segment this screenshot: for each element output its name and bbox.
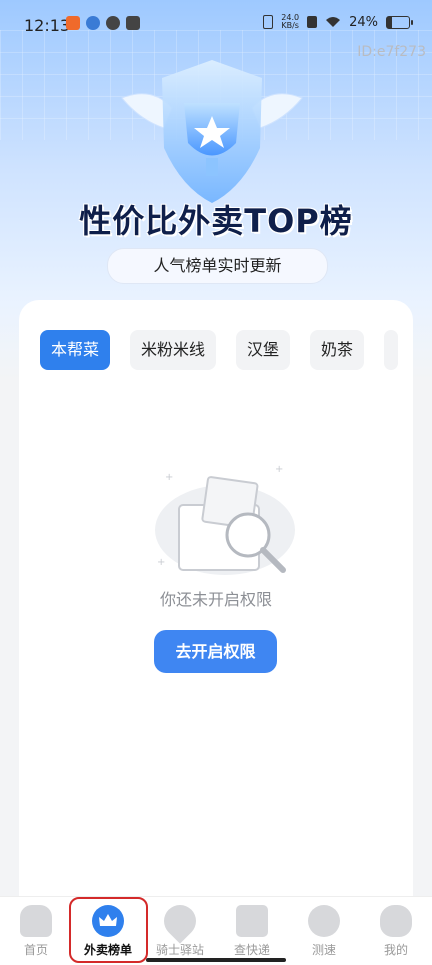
category-tabs: 本帮菜 米粉米线 汉堡 奶茶 [40, 330, 399, 370]
home-icon [20, 905, 52, 937]
nav-speed-test[interactable]: 测速 [288, 897, 360, 965]
tab-more-partial[interactable] [384, 330, 399, 370]
id-label: ID:e7f273 [357, 44, 426, 60]
svg-text:+: + [157, 557, 165, 568]
trophy-icon [121, 60, 303, 203]
battery-percent: 24% [349, 14, 378, 30]
vibrate-icon [263, 15, 274, 29]
notification-icons [66, 16, 140, 30]
nav-home-label: 首页 [23, 943, 48, 957]
nav-package-label: 查快递 [233, 943, 270, 957]
svg-text:+: + [275, 464, 283, 475]
app-notification-icon [66, 16, 80, 30]
battery-icon [386, 15, 413, 29]
nav-profile[interactable]: 我的 [360, 897, 432, 965]
location-pin-icon [157, 898, 203, 944]
status-bar: 12:13 24.0 KB/s 24% [0, 0, 432, 50]
page-title: 性价比外卖TOP榜 [79, 202, 353, 240]
empty-folder-search-icon: + + + [155, 464, 295, 575]
subtitle-pill: 人气榜单实时更新 [107, 248, 328, 284]
battery-fill [387, 16, 393, 28]
status-time: 12:13 [24, 16, 71, 35]
ranking-card: 本帮菜 米粉米线 汉堡 奶茶 + + + 你还未开启权限 去开启权限 [19, 300, 413, 920]
tab-bangcai[interactable]: 本帮菜 [40, 330, 111, 370]
empty-state-message: 你还未开启权限 [159, 590, 272, 609]
tab-rice-noodles[interactable]: 米粉米线 [130, 330, 217, 370]
profile-icon [380, 905, 412, 937]
svg-text:+: + [165, 472, 173, 483]
enable-permission-button[interactable]: 去开启权限 [154, 630, 277, 673]
message-icon [126, 16, 140, 30]
active-tab-highlight [69, 897, 148, 963]
system-status: 24.0 KB/s 24% [263, 14, 413, 30]
sync-icon [86, 16, 100, 30]
sim-off-icon [307, 16, 318, 28]
link-icon [106, 16, 120, 30]
speed-unit: KB/s [281, 21, 299, 30]
wifi-icon [326, 17, 341, 27]
nav-profile-label: 我的 [383, 943, 408, 957]
bottom-navigation: 首页 外卖榜单 骑士驿站 查快递 测速 我的 [0, 896, 432, 965]
nav-speed-label: 测速 [311, 943, 336, 957]
home-indicator [146, 958, 286, 962]
nav-rider-station[interactable]: 骑士驿站 [144, 897, 216, 965]
network-speed: 24.0 KB/s [281, 14, 299, 30]
package-icon [236, 905, 268, 937]
speedometer-icon [308, 905, 340, 937]
tab-milk-tea[interactable]: 奶茶 [310, 330, 365, 370]
tab-burger[interactable]: 汉堡 [236, 330, 291, 370]
nav-home[interactable]: 首页 [0, 897, 72, 965]
nav-track-package[interactable]: 查快递 [216, 897, 288, 965]
